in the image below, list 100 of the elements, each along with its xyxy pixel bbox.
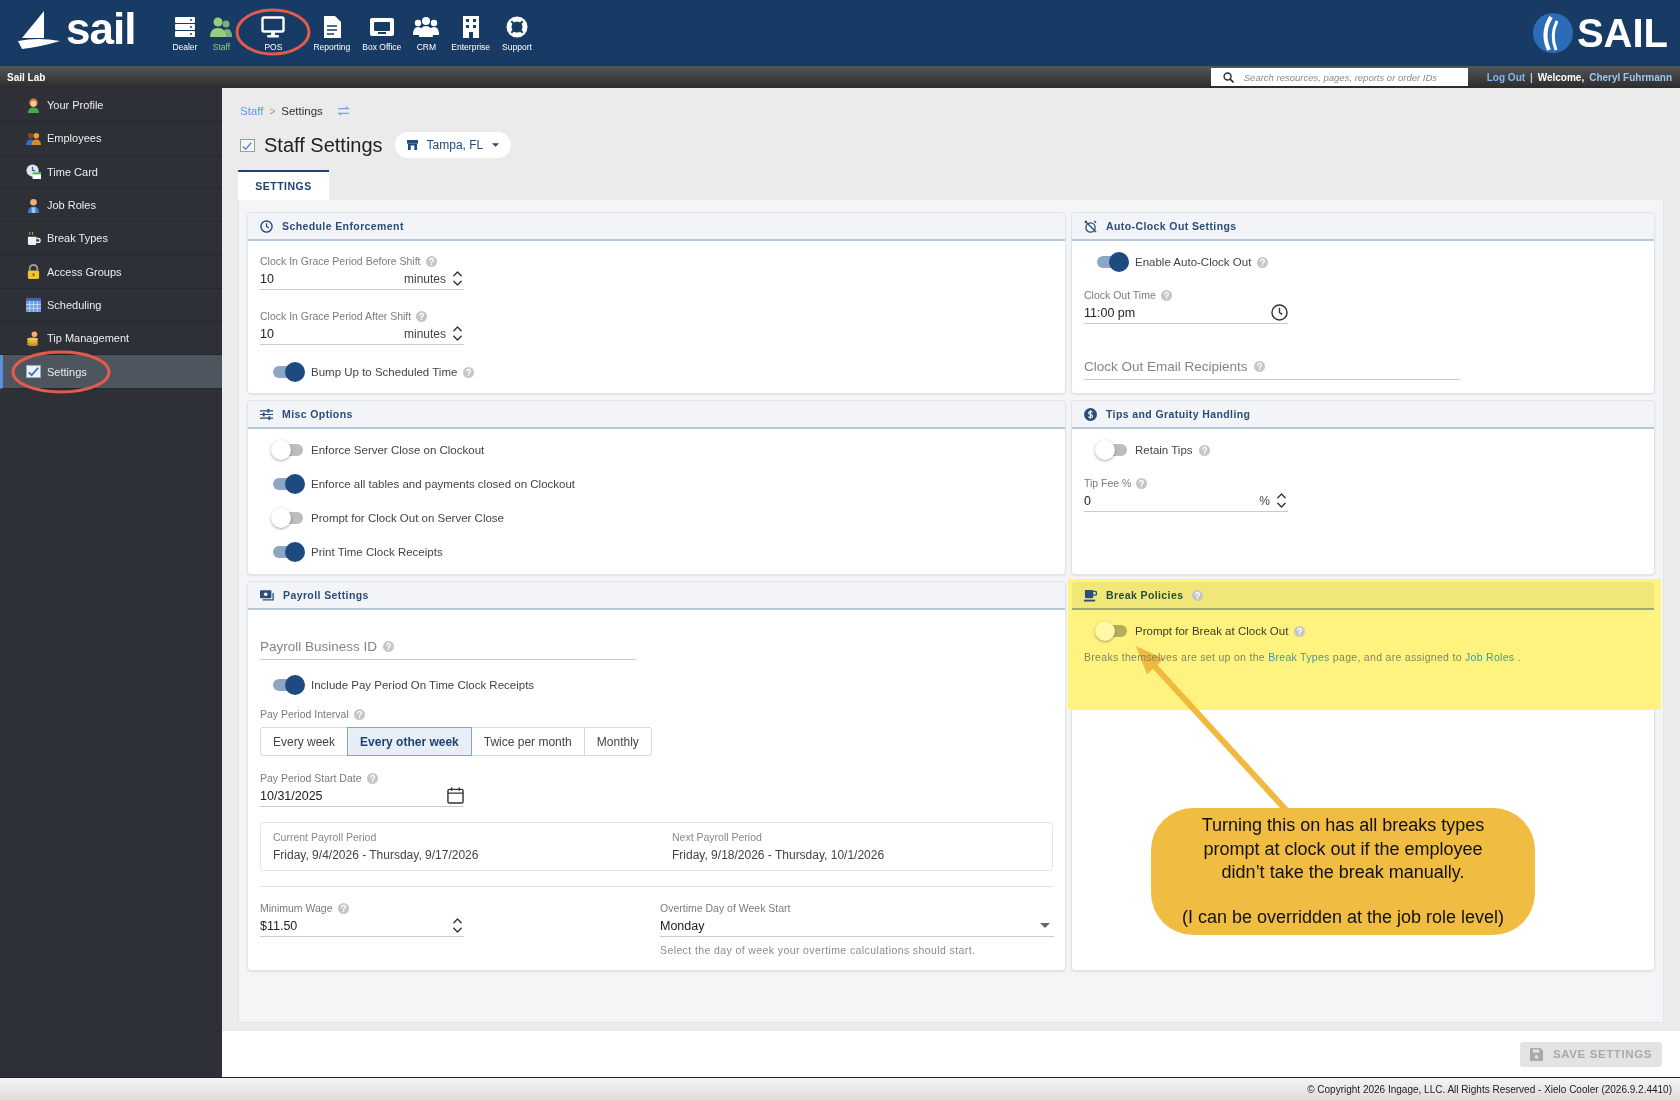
caret-icon [492, 143, 500, 147]
help-icon[interactable] [416, 310, 428, 322]
breadcrumb-separator: > [269, 105, 276, 117]
user-name-link[interactable]: Cheryl Fuhrmann [1589, 71, 1672, 83]
stepper-arrows-icon[interactable] [452, 916, 463, 935]
period-label: Next Payroll Period [672, 831, 763, 843]
monitor-icon [261, 16, 286, 38]
toggle-switch[interactable] [271, 474, 305, 494]
person-icon [26, 97, 41, 113]
help-icon[interactable] [366, 772, 378, 784]
nav-item[interactable]: Enterprise [448, 16, 494, 52]
time-field[interactable]: 11:00 pm [1084, 302, 1271, 323]
number-field[interactable]: 10 [260, 268, 404, 289]
nav-item[interactable]: CRM [410, 16, 443, 52]
coffee-cup-icon [1084, 588, 1097, 602]
toggle-label: Prompt for Clock Out on Server Close [311, 512, 504, 524]
toggle-switch[interactable] [1095, 621, 1129, 641]
location-dropdown[interactable]: Tampa, FL [394, 132, 512, 158]
dropdown-caret-icon[interactable] [1040, 923, 1050, 928]
help-icon[interactable] [1294, 625, 1306, 637]
panel-title: Schedule Enforcement [282, 220, 404, 232]
help-icon[interactable] [383, 641, 395, 652]
help-icon[interactable] [1160, 289, 1172, 301]
toggle-switch[interactable] [271, 440, 305, 460]
toggle-switch[interactable] [1095, 440, 1129, 460]
sidebar-item[interactable]: Your Profile [0, 89, 222, 123]
sidebar-item[interactable]: Scheduling [0, 288, 222, 323]
sidebar-item[interactable]: Job Roles [0, 188, 222, 223]
stepper-arrows-icon[interactable] [452, 269, 463, 288]
site-name: Sail Lab [7, 71, 46, 83]
sidebar-item[interactable]: Access Groups [0, 255, 222, 289]
unit-label: minutes [403, 326, 446, 341]
help-icon[interactable] [425, 255, 437, 267]
coin-stack-icon [26, 330, 41, 346]
clock-icon[interactable] [1271, 304, 1288, 321]
period-value: Friday, 9/18/2026 - Thursday, 10/1/2026 [672, 848, 886, 862]
sidebar-item[interactable]: Settings [0, 355, 222, 389]
worker-icon [26, 197, 41, 213]
sliders-icon [260, 407, 273, 421]
number-field[interactable]: 0 [1084, 490, 1260, 511]
brand-text: SAIL [1576, 10, 1668, 56]
segment-button[interactable]: Twice per month [470, 727, 585, 756]
store-icon [406, 140, 418, 150]
people-group-icon [413, 16, 440, 38]
callout-text: (I can be overridden at the job role level) [1181, 905, 1505, 929]
nav-item[interactable]: Support [499, 16, 535, 52]
search-field[interactable]: Search resources, pages, reports or order IDs [1210, 68, 1468, 86]
toggle-switch[interactable] [271, 675, 305, 695]
nav-item[interactable]: Staff [206, 16, 237, 52]
help-icon[interactable] [463, 366, 475, 378]
sidebar-item[interactable]: Employees [0, 122, 222, 156]
stepper-arrows-icon[interactable] [452, 324, 463, 343]
nav-item[interactable]: Box Office [359, 16, 405, 52]
nav-item[interactable]: Dealer [169, 16, 201, 52]
nav-item[interactable]: Reporting [310, 16, 354, 52]
logo-text: sail [66, 4, 136, 54]
toggle-switch[interactable] [271, 362, 305, 382]
field-label: Clock Out Time [1084, 289, 1156, 301]
sail-emblem-icon [1532, 13, 1573, 53]
stepper-arrows-icon[interactable] [1276, 491, 1287, 510]
logout-link[interactable]: Log Out [1486, 71, 1526, 83]
tab[interactable]: SETTINGS [238, 170, 329, 200]
segment-button[interactable]: Monthly [583, 727, 652, 756]
help-icon[interactable] [337, 902, 349, 914]
number-field[interactable]: $11.50 [260, 915, 452, 936]
alarm-clock-off-icon [1084, 219, 1097, 233]
building-icon [461, 16, 480, 38]
help-icon[interactable] [1253, 361, 1265, 372]
help-icon[interactable] [353, 708, 365, 720]
help-icon[interactable] [1136, 477, 1148, 489]
toggle-label: Prompt for Break at Clock Out [1135, 625, 1289, 637]
help-icon[interactable] [1198, 444, 1210, 456]
search-icon [1222, 71, 1234, 83]
help-icon[interactable] [1192, 589, 1204, 601]
dropdown-field[interactable]: Monday [660, 915, 1040, 936]
hint-text: Select the day of week your overtime calculations should start. [660, 944, 977, 956]
sidebar-item[interactable]: Time Card [0, 155, 222, 189]
sailboat-logo-icon [18, 11, 60, 49]
field-label: Tip Fee % [1084, 477, 1132, 489]
number-field[interactable]: 10 [260, 323, 404, 344]
toggle-switch[interactable] [271, 542, 305, 562]
segment-button[interactable]: Every week [260, 727, 349, 756]
help-icon[interactable] [1257, 256, 1269, 268]
input-field[interactable]: Clock Out Email Recipients [1084, 354, 1248, 379]
panel-title: Payroll Settings [283, 589, 369, 601]
server-stack-icon [173, 16, 196, 38]
input-field[interactable]: Payroll Business ID [260, 634, 378, 659]
swap-arrows-icon[interactable] [336, 106, 350, 116]
sidebar-item[interactable]: Break Types [0, 222, 222, 256]
panel-title: Tips and Gratuity Handling [1106, 408, 1251, 420]
toggle-switch[interactable] [271, 508, 305, 528]
date-field[interactable]: 10/31/2025 [260, 785, 447, 806]
banknote-icon [260, 589, 274, 601]
people-icon [26, 130, 41, 146]
toggle-switch[interactable] [1095, 252, 1129, 272]
document-icon [322, 16, 341, 38]
segment-button[interactable]: Every other week [347, 727, 472, 756]
calendar-icon[interactable] [447, 787, 464, 804]
panel-title: Misc Options [282, 408, 353, 420]
panel-title: Auto-Clock Out Settings [1106, 220, 1237, 232]
